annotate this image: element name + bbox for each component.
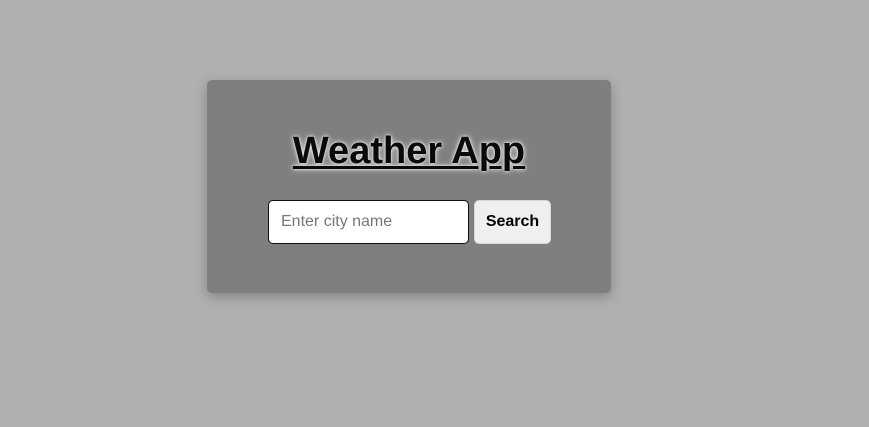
weather-card: Weather App Search <box>207 80 611 293</box>
search-bar: Search <box>268 200 551 244</box>
page-title: Weather App <box>292 130 526 172</box>
search-button[interactable]: Search <box>474 200 551 244</box>
city-search-input[interactable] <box>268 200 469 244</box>
